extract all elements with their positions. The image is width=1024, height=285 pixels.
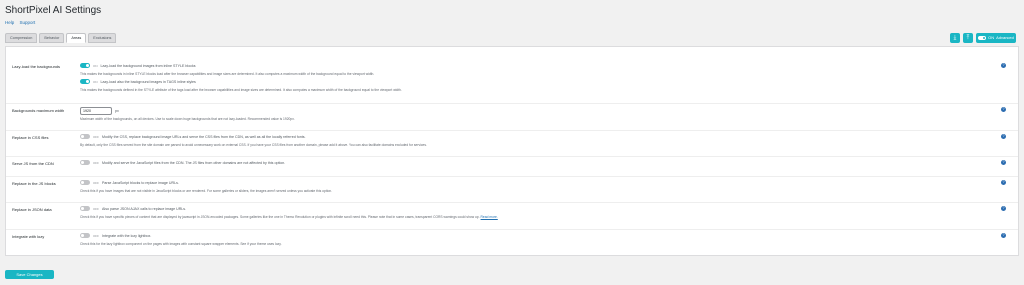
read-more-link[interactable]: Read more. [481,215,498,219]
header-links: Help Support [5,20,39,25]
unit-label: px [115,109,119,113]
option-text: Lazy-load the background images from inl… [100,63,196,68]
option-desc: This makes the backgrounds in inline STY… [80,72,375,76]
toggle-switch[interactable] [80,79,90,84]
row-label: Replace in the JS blocks [12,181,56,186]
row-label: Integrate with lozy [12,234,45,239]
row-backgrounds-max-width: Backgrounds maximum width 1920 px Maximu… [6,103,1018,131]
option-desc: This makes the backgrounds defined in th… [80,88,402,92]
help-link[interactable]: Help [5,20,14,25]
toggle-switch[interactable] [80,233,90,238]
toggle-state: OFF [93,233,99,238]
option-text: Integrate with the lozy lightbox. [102,233,152,238]
toggle-state: OFF [93,180,99,185]
row-replace-json: Replace in JSON data OFF Also parse JSON… [6,202,1018,230]
row-replace-js-blocks: Replace in the JS blocks OFF Parse JavaS… [6,176,1018,203]
help-icon[interactable]: ? [1001,107,1006,112]
support-link[interactable]: Support [20,20,36,25]
row-desc-text: Check this if you have specific pieces o… [80,215,480,219]
save-changes-button[interactable]: Save Changes [5,270,54,279]
option-text: Parse JavaScript blocks to replace image… [102,180,179,185]
row-label: Backgrounds maximum width [12,108,65,113]
help-icon[interactable]: ? [1001,134,1006,139]
help-icon[interactable]: ? [1001,63,1006,68]
tab-behavior[interactable]: Behavior [39,33,65,43]
help-icon[interactable]: ? [1001,206,1006,211]
upload-icon[interactable]: ⤒ [963,33,973,43]
toggle-state: OFF [93,206,99,211]
toggle-switch[interactable] [80,180,90,185]
row-desc: Check this if you have specific pieces o… [80,215,498,219]
row-desc: Maximum width of the backgrounds, on all… [80,117,295,121]
toggle-switch[interactable] [80,160,90,165]
row-lazy-load-backgrounds: Lazy-load the backgrounds ON Lazy-load t… [6,47,1018,104]
toggle-state: OFF [93,160,99,165]
option-serve-js: OFF Modify and serve the JavaScript file… [80,160,285,165]
toggle-state: OFF [93,134,99,139]
row-desc: Check this if you have images that are n… [80,189,333,193]
row-desc: By default, only the CSS files served fr… [80,143,427,147]
option-inline-style: ON Lazy-load the background images from … [80,63,196,68]
option-replace-js: OFF Parse JavaScript blocks to replace i… [80,180,179,185]
toggle-switch[interactable] [80,134,90,139]
option-text: Modify and serve the JavaScript files fr… [102,160,286,165]
row-label: Replace in CSS files [12,135,49,140]
option-integrate-lozy: OFF Integrate with the lozy lightbox. [80,233,151,238]
max-width-control: 1920 px [80,107,119,115]
advanced-label: Advanced [996,35,1014,40]
row-label: Serve JS from the CDN [12,161,54,166]
toggle-switch[interactable] [80,206,90,211]
toolbar: ⤓ ⤒ ON Advanced [950,33,1016,43]
row-label: Lazy-load the backgrounds [12,64,61,69]
help-icon[interactable]: ? [1001,160,1006,165]
advanced-state: ON [988,35,995,40]
help-icon[interactable]: ? [1001,180,1006,185]
advanced-toggle-button[interactable]: ON Advanced [976,33,1016,43]
download-icon[interactable]: ⤓ [950,33,960,43]
row-replace-css: Replace in CSS files OFF Modify the CSS,… [6,130,1018,157]
option-text: Modify the CSS, replace background image… [102,134,306,139]
advanced-switch-icon [978,36,987,40]
help-icon[interactable]: ? [1001,233,1006,238]
option-replace-json: OFF Also parse JSON AJAX calls to replac… [80,206,186,211]
page-title: ShortPixel AI Settings [5,5,102,16]
toggle-state: ON [93,79,98,84]
tab-compression[interactable]: Compression [5,33,38,43]
row-integrate-lozy: Integrate with lozy OFF Integrate with t… [6,229,1018,255]
option-tags-inline: ON Lazy-load also the background images … [80,79,196,84]
option-text: Also parse JSON AJAX calls to replace im… [102,206,187,211]
option-text: Lazy-load also the background images in … [100,79,196,84]
settings-tabs: Compression Behavior Areas Exclusions [5,33,117,43]
max-width-input[interactable]: 1920 [80,107,112,115]
row-label: Replace in JSON data [12,207,52,212]
tab-exclusions[interactable]: Exclusions [88,33,117,43]
toggle-switch[interactable] [80,63,90,68]
row-serve-js: Serve JS from the CDN OFF Modify and ser… [6,156,1018,177]
row-desc: Check this for the lazy lightbox compone… [80,242,282,246]
tab-areas[interactable]: Areas [66,33,87,43]
settings-panel: Lazy-load the backgrounds ON Lazy-load t… [5,46,1019,256]
toggle-state: ON [93,63,98,68]
option-replace-css: OFF Modify the CSS, replace background i… [80,134,306,139]
